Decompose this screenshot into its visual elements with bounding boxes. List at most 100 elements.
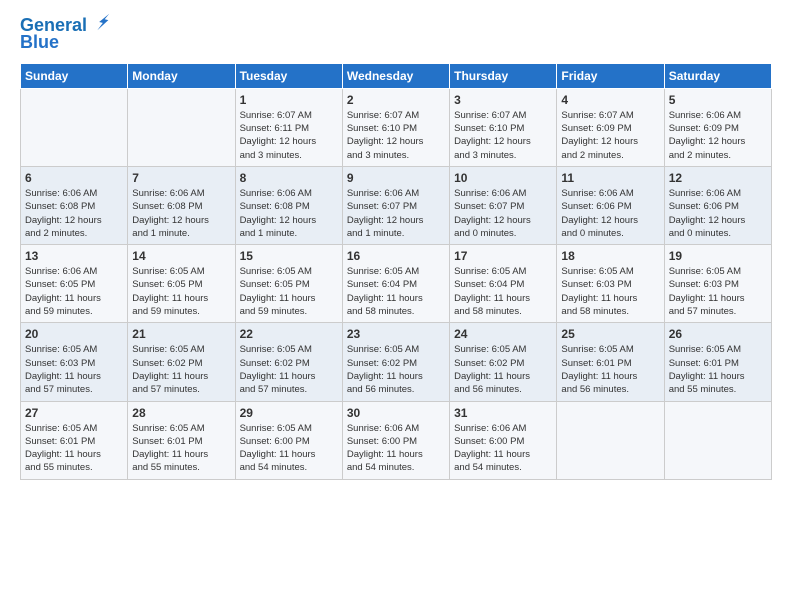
day-number: 18 xyxy=(561,249,659,263)
day-info: Sunrise: 6:06 AM Sunset: 6:05 PM Dayligh… xyxy=(25,265,123,318)
day-info: Sunrise: 6:06 AM Sunset: 6:00 PM Dayligh… xyxy=(347,422,445,475)
day-number: 8 xyxy=(240,171,338,185)
day-info: Sunrise: 6:07 AM Sunset: 6:11 PM Dayligh… xyxy=(240,109,338,162)
header-row: SundayMondayTuesdayWednesdayThursdayFrid… xyxy=(21,63,772,88)
calendar-cell xyxy=(664,401,771,479)
logo-blue: Blue xyxy=(20,32,59,52)
weekday-header: Monday xyxy=(128,63,235,88)
main-container: General Blue SundayMondayTuesdayWednesda… xyxy=(0,0,792,496)
day-number: 10 xyxy=(454,171,552,185)
day-number: 29 xyxy=(240,406,338,420)
day-info: Sunrise: 6:05 AM Sunset: 6:01 PM Dayligh… xyxy=(132,422,230,475)
calendar-cell: 26 Sunrise: 6:05 AM Sunset: 6:01 PM Dayli… xyxy=(664,323,771,401)
day-info: Sunrise: 6:06 AM Sunset: 6:07 PM Dayligh… xyxy=(454,187,552,240)
day-info: Sunrise: 6:06 AM Sunset: 6:09 PM Dayligh… xyxy=(669,109,767,162)
day-info: Sunrise: 6:07 AM Sunset: 6:10 PM Dayligh… xyxy=(347,109,445,162)
day-info: Sunrise: 6:05 AM Sunset: 6:01 PM Dayligh… xyxy=(25,422,123,475)
calendar-cell: 5 Sunrise: 6:06 AM Sunset: 6:09 PM Daylig… xyxy=(664,88,771,166)
day-number: 9 xyxy=(347,171,445,185)
calendar-cell: 31 Sunrise: 6:06 AM Sunset: 6:00 PM Dayli… xyxy=(450,401,557,479)
day-info: Sunrise: 6:07 AM Sunset: 6:10 PM Dayligh… xyxy=(454,109,552,162)
calendar-cell: 8 Sunrise: 6:06 AM Sunset: 6:08 PM Daylig… xyxy=(235,166,342,244)
calendar-cell: 27Sunrise: 6:05 AM Sunset: 6:01 PM Dayli… xyxy=(21,401,128,479)
logo: General Blue xyxy=(20,16,112,53)
day-number: 25 xyxy=(561,327,659,341)
weekday-header: Friday xyxy=(557,63,664,88)
day-number: 15 xyxy=(240,249,338,263)
day-number: 28 xyxy=(132,406,230,420)
day-number: 31 xyxy=(454,406,552,420)
day-number: 5 xyxy=(669,93,767,107)
day-number: 22 xyxy=(240,327,338,341)
calendar-cell: 11 Sunrise: 6:06 AM Sunset: 6:06 PM Dayli… xyxy=(557,166,664,244)
day-info: Sunrise: 6:06 AM Sunset: 6:08 PM Dayligh… xyxy=(240,187,338,240)
day-number: 11 xyxy=(561,171,659,185)
weekday-header: Tuesday xyxy=(235,63,342,88)
calendar-table: SundayMondayTuesdayWednesdayThursdayFrid… xyxy=(20,63,772,480)
day-number: 20 xyxy=(25,327,123,341)
day-info: Sunrise: 6:06 AM Sunset: 6:00 PM Dayligh… xyxy=(454,422,552,475)
calendar-cell: 1 Sunrise: 6:07 AM Sunset: 6:11 PM Daylig… xyxy=(235,88,342,166)
day-number: 2 xyxy=(347,93,445,107)
day-number: 6 xyxy=(25,171,123,185)
day-info: Sunrise: 6:05 AM Sunset: 6:02 PM Dayligh… xyxy=(132,343,230,396)
day-number: 12 xyxy=(669,171,767,185)
header: General Blue xyxy=(20,16,772,53)
weekday-header: Sunday xyxy=(21,63,128,88)
day-info: Sunrise: 6:06 AM Sunset: 6:08 PM Dayligh… xyxy=(132,187,230,240)
calendar-cell: 17 Sunrise: 6:05 AM Sunset: 6:04 PM Dayli… xyxy=(450,245,557,323)
calendar-cell xyxy=(21,88,128,166)
day-number: 17 xyxy=(454,249,552,263)
calendar-cell: 20 Sunrise: 6:05 AM Sunset: 6:03 PM Dayli… xyxy=(21,323,128,401)
weekday-header: Wednesday xyxy=(342,63,449,88)
day-number: 1 xyxy=(240,93,338,107)
day-info: Sunrise: 6:06 AM Sunset: 6:06 PM Dayligh… xyxy=(561,187,659,240)
logo-bird-icon xyxy=(90,11,112,33)
calendar-cell: 30 Sunrise: 6:06 AM Sunset: 6:00 PM Dayli… xyxy=(342,401,449,479)
calendar-cell: 15 Sunrise: 6:05 AM Sunset: 6:05 PM Dayli… xyxy=(235,245,342,323)
day-info: Sunrise: 6:05 AM Sunset: 6:04 PM Dayligh… xyxy=(454,265,552,318)
day-info: Sunrise: 6:05 AM Sunset: 6:03 PM Dayligh… xyxy=(669,265,767,318)
calendar-cell: 14Sunrise: 6:05 AM Sunset: 6:05 PM Dayli… xyxy=(128,245,235,323)
calendar-cell: 2 Sunrise: 6:07 AM Sunset: 6:10 PM Daylig… xyxy=(342,88,449,166)
day-number: 14 xyxy=(132,249,230,263)
day-info: Sunrise: 6:05 AM Sunset: 6:04 PM Dayligh… xyxy=(347,265,445,318)
calendar-week-row: 6 Sunrise: 6:06 AM Sunset: 6:08 PM Daylig… xyxy=(21,166,772,244)
day-info: Sunrise: 6:05 AM Sunset: 6:01 PM Dayligh… xyxy=(561,343,659,396)
day-number: 23 xyxy=(347,327,445,341)
calendar-cell xyxy=(557,401,664,479)
day-info: Sunrise: 6:05 AM Sunset: 6:00 PM Dayligh… xyxy=(240,422,338,475)
day-number: 30 xyxy=(347,406,445,420)
day-number: 16 xyxy=(347,249,445,263)
day-info: Sunrise: 6:05 AM Sunset: 6:03 PM Dayligh… xyxy=(25,343,123,396)
calendar-cell: 23Sunrise: 6:05 AM Sunset: 6:02 PM Dayli… xyxy=(342,323,449,401)
calendar-week-row: 13Sunrise: 6:06 AM Sunset: 6:05 PM Dayli… xyxy=(21,245,772,323)
calendar-cell: 4Sunrise: 6:07 AM Sunset: 6:09 PM Daylig… xyxy=(557,88,664,166)
day-info: Sunrise: 6:05 AM Sunset: 6:02 PM Dayligh… xyxy=(454,343,552,396)
calendar-cell: 9 Sunrise: 6:06 AM Sunset: 6:07 PM Daylig… xyxy=(342,166,449,244)
day-info: Sunrise: 6:05 AM Sunset: 6:03 PM Dayligh… xyxy=(561,265,659,318)
calendar-cell: 24 Sunrise: 6:05 AM Sunset: 6:02 PM Dayli… xyxy=(450,323,557,401)
calendar-week-row: 27Sunrise: 6:05 AM Sunset: 6:01 PM Dayli… xyxy=(21,401,772,479)
calendar-cell: 22Sunrise: 6:05 AM Sunset: 6:02 PM Dayli… xyxy=(235,323,342,401)
calendar-cell: 7 Sunrise: 6:06 AM Sunset: 6:08 PM Daylig… xyxy=(128,166,235,244)
calendar-week-row: 1 Sunrise: 6:07 AM Sunset: 6:11 PM Daylig… xyxy=(21,88,772,166)
calendar-cell: 28 Sunrise: 6:05 AM Sunset: 6:01 PM Dayli… xyxy=(128,401,235,479)
calendar-cell: 6Sunrise: 6:06 AM Sunset: 6:08 PM Daylig… xyxy=(21,166,128,244)
day-number: 7 xyxy=(132,171,230,185)
calendar-cell: 16 Sunrise: 6:05 AM Sunset: 6:04 PM Dayli… xyxy=(342,245,449,323)
day-info: Sunrise: 6:07 AM Sunset: 6:09 PM Dayligh… xyxy=(561,109,659,162)
calendar-cell: 12Sunrise: 6:06 AM Sunset: 6:06 PM Dayli… xyxy=(664,166,771,244)
calendar-week-row: 20 Sunrise: 6:05 AM Sunset: 6:03 PM Dayli… xyxy=(21,323,772,401)
day-info: Sunrise: 6:05 AM Sunset: 6:05 PM Dayligh… xyxy=(240,265,338,318)
calendar-cell: 19 Sunrise: 6:05 AM Sunset: 6:03 PM Dayli… xyxy=(664,245,771,323)
day-number: 19 xyxy=(669,249,767,263)
day-number: 26 xyxy=(669,327,767,341)
calendar-cell: 13Sunrise: 6:06 AM Sunset: 6:05 PM Dayli… xyxy=(21,245,128,323)
day-info: Sunrise: 6:05 AM Sunset: 6:01 PM Dayligh… xyxy=(669,343,767,396)
calendar-cell: 21Sunrise: 6:05 AM Sunset: 6:02 PM Dayli… xyxy=(128,323,235,401)
day-info: Sunrise: 6:06 AM Sunset: 6:07 PM Dayligh… xyxy=(347,187,445,240)
weekday-header: Thursday xyxy=(450,63,557,88)
calendar-cell: 25 Sunrise: 6:05 AM Sunset: 6:01 PM Dayli… xyxy=(557,323,664,401)
day-number: 24 xyxy=(454,327,552,341)
